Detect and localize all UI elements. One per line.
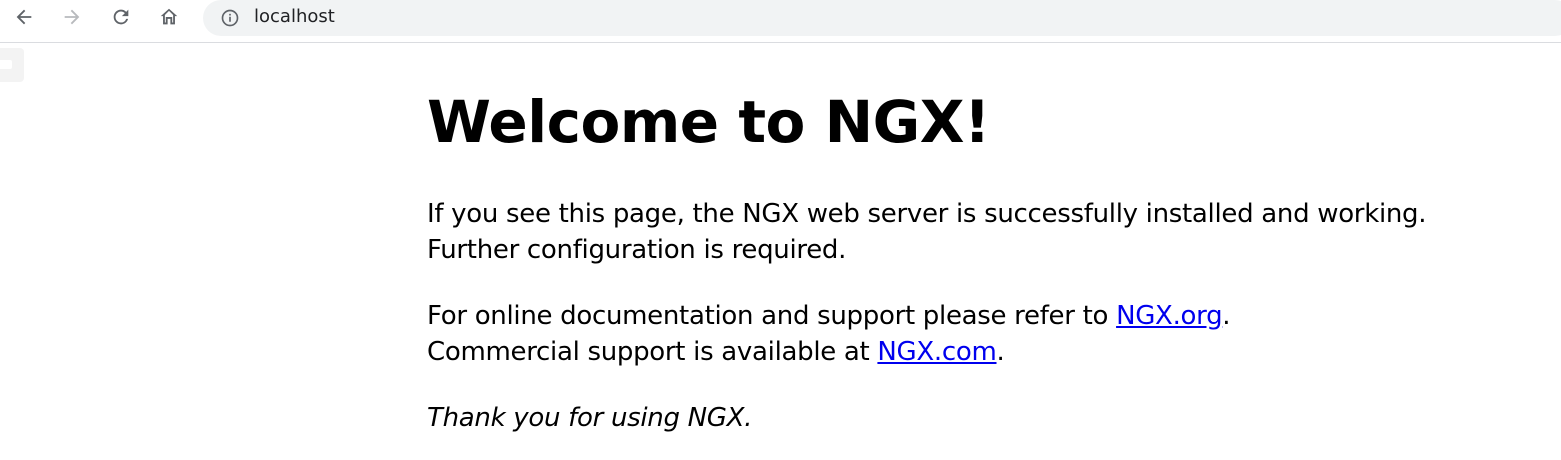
arrow-right-icon: [61, 6, 83, 28]
commercial-period: .: [996, 337, 1005, 367]
docs-text: For online documentation and support ple…: [427, 301, 1117, 331]
commercial-text: Commercial support is available at: [427, 337, 878, 367]
support-paragraph: For online documentation and support ple…: [427, 298, 1527, 370]
page-title: Welcome to NGX!: [427, 88, 990, 156]
intro-line-1: If you see this page, the NGX web server…: [427, 199, 1427, 229]
reload-icon: [110, 6, 132, 28]
back-button[interactable]: [10, 3, 38, 31]
side-panel-tab[interactable]: [0, 48, 24, 82]
arrow-left-icon: [13, 6, 35, 28]
address-bar[interactable]: localhost: [203, 0, 1561, 36]
home-icon: [158, 6, 180, 28]
url-text[interactable]: localhost: [254, 5, 335, 29]
intro-paragraph: If you see this page, the NGX web server…: [427, 196, 1527, 268]
docs-period: .: [1222, 301, 1231, 331]
thank-you-text: Thank you for using NGX.: [427, 403, 753, 433]
info-circle-icon[interactable]: [219, 7, 241, 29]
forward-button[interactable]: [58, 3, 86, 31]
browser-toolbar: localhost: [0, 0, 1561, 43]
commercial-link[interactable]: NGX.com: [877, 337, 996, 367]
reload-button[interactable]: [107, 3, 135, 31]
page-content: Welcome to NGX! If you see this page, th…: [427, 84, 1527, 436]
side-panel-tab-marker: [0, 60, 12, 69]
intro-line-2: Further configuration is required.: [427, 235, 847, 265]
home-button[interactable]: [155, 3, 183, 31]
docs-link[interactable]: NGX.org: [1116, 301, 1223, 331]
